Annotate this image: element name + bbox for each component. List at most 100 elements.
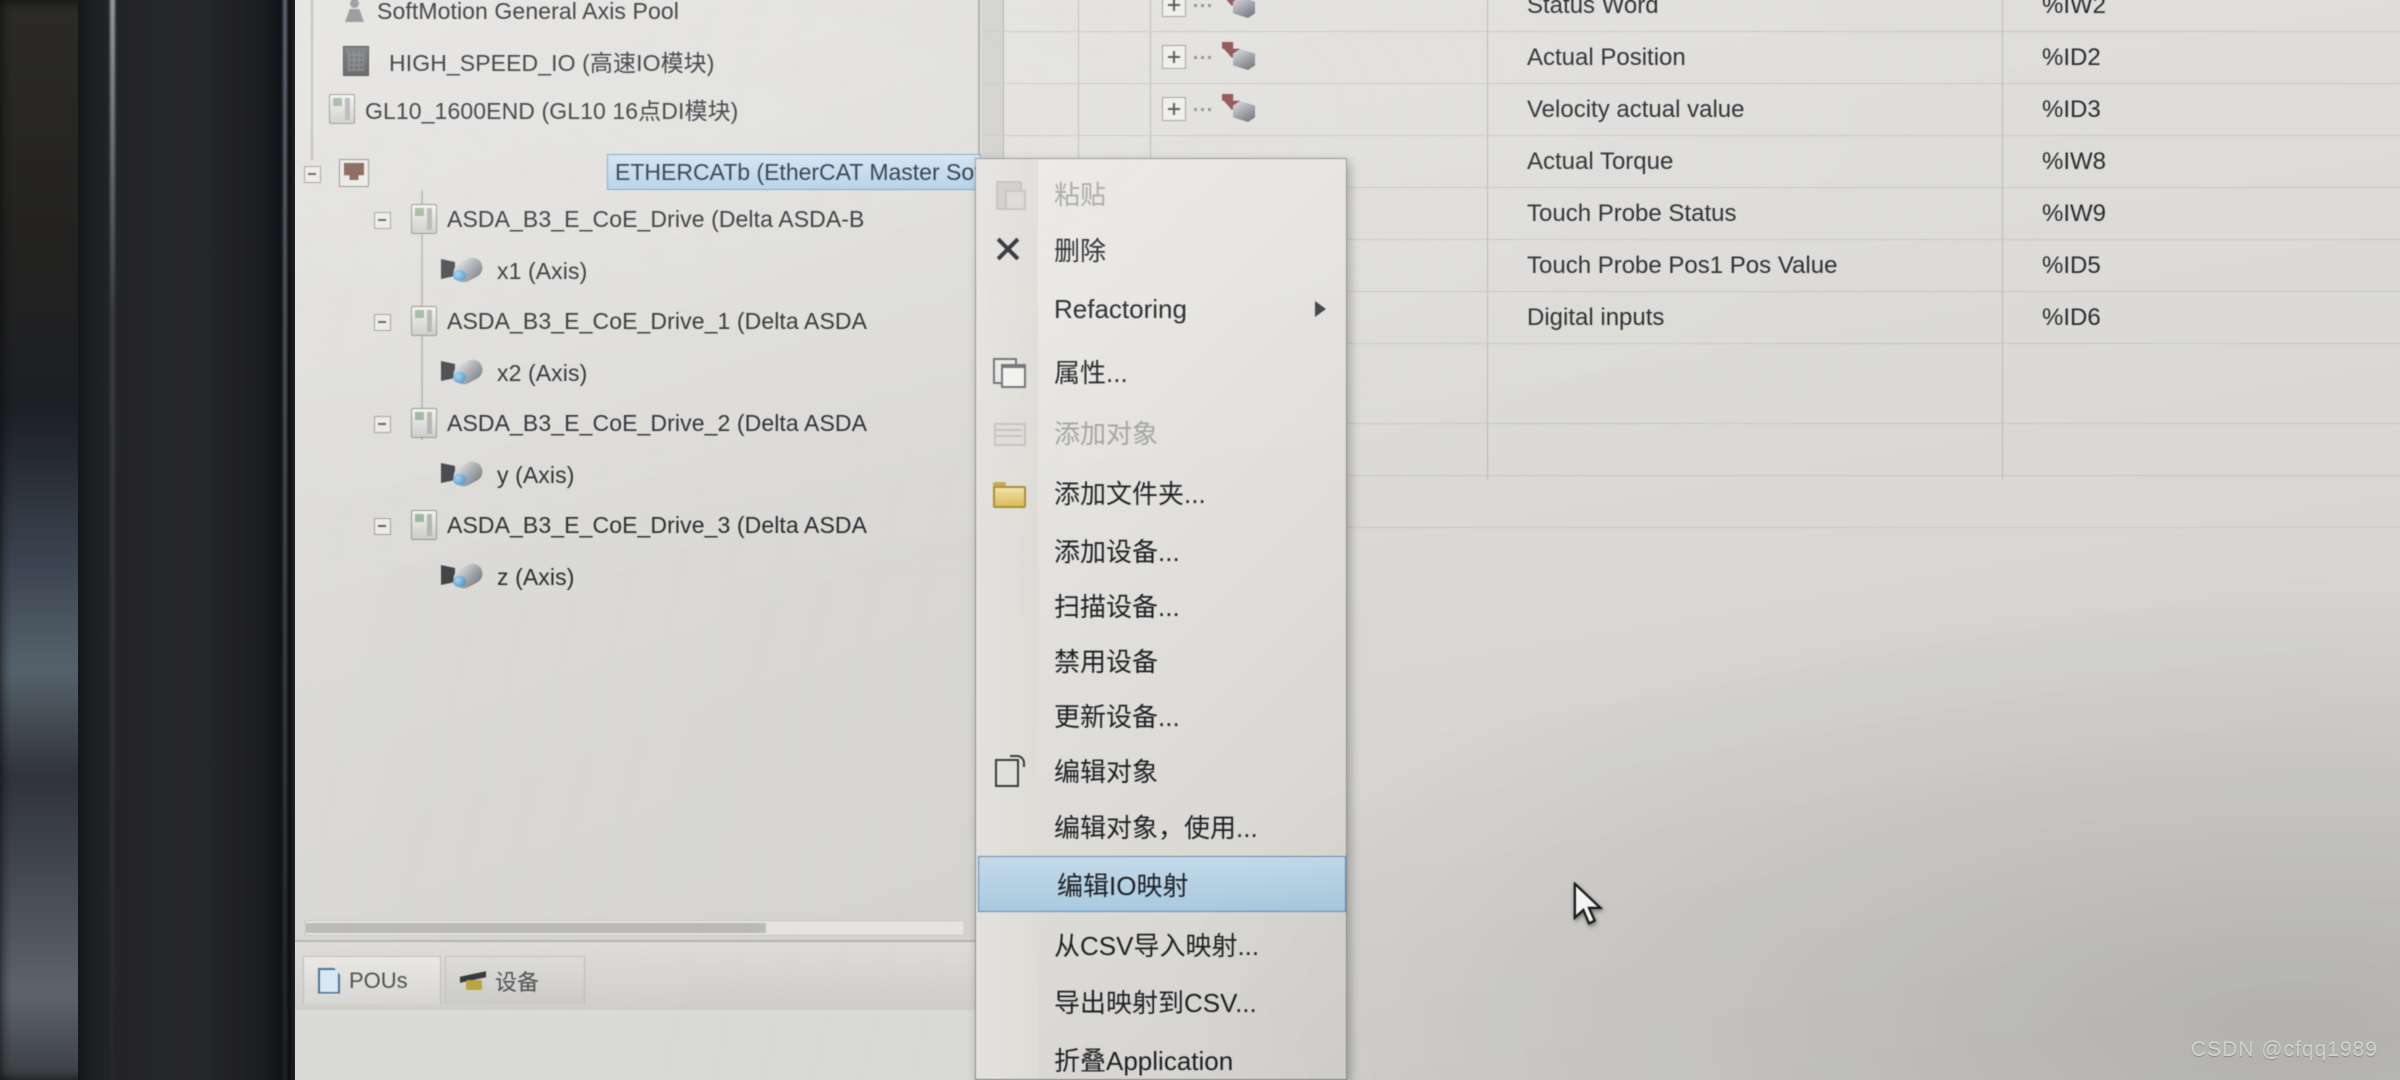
- collapse-expander-icon[interactable]: [371, 310, 393, 332]
- menu-item-properties[interactable]: 属性...: [976, 343, 1348, 399]
- edit-object-icon: [992, 755, 1025, 787]
- bezel-highlight-right: [283, 0, 287, 1080]
- table-cell-address: %ID5: [2042, 252, 2101, 279]
- scrollbar-thumb[interactable]: [306, 923, 766, 933]
- devices-icon: [460, 970, 486, 992]
- tree-item-label: y (Axis): [497, 461, 575, 488]
- tree-item-label: GL10_1600END (GL10 16点DI模块): [365, 98, 739, 124]
- menu-item-add-folder[interactable]: 添加文件夹...: [976, 464, 1348, 520]
- watermark: CSDN @cfqq1989: [2190, 1038, 2378, 1061]
- tab-pous[interactable]: POUs: [303, 956, 441, 1004]
- table-cell-name: Digital inputs: [1527, 304, 1665, 331]
- menu-item-delete[interactable]: 删除: [976, 221, 1348, 277]
- expand-row-icon[interactable]: [1162, 97, 1186, 121]
- collapse-expander-icon[interactable]: [371, 514, 393, 536]
- properties-icon: [992, 356, 1026, 388]
- menu-item-add-device[interactable]: 添加设备...: [976, 522, 1348, 578]
- collapse-expander-icon[interactable]: [371, 412, 393, 434]
- table-cell-address: %IW9: [2042, 200, 2107, 227]
- device-icon: [411, 408, 437, 438]
- table-row[interactable]: Actual Position %ID2: [982, 32, 2400, 84]
- context-menu[interactable]: 粘贴 删除 Refactoring 属性... 添加对象 添加文件夹... 添加…: [975, 158, 1347, 1080]
- table-row[interactable]: Velocity actual value %ID3: [982, 84, 2400, 136]
- tab-devices[interactable]: 设备: [445, 956, 585, 1004]
- menu-item-edit-object-with[interactable]: 编辑对象，使用...: [976, 798, 1348, 854]
- tree-item-drive-1[interactable]: ASDA_B3_E_CoE_Drive_1 (Delta ASDA: [371, 300, 867, 342]
- tree-dots-icon: [1194, 56, 1212, 59]
- tree-item-label: ASDA_B3_E_CoE_Drive_1 (Delta ASDA: [447, 307, 868, 334]
- menu-item-export-mapping-to-csv[interactable]: 导出映射到CSV...: [976, 973, 1348, 1029]
- expand-row-icon[interactable]: [1162, 45, 1186, 69]
- menu-item-label: 添加对象: [1054, 418, 1159, 449]
- io-channel-icon: [1222, 94, 1256, 124]
- collapse-expander-icon[interactable]: [301, 162, 323, 184]
- menu-item-label: 编辑对象: [1054, 756, 1159, 787]
- menu-item-label: 属性...: [1054, 357, 1128, 388]
- menu-item-refactoring[interactable]: Refactoring: [976, 281, 1348, 337]
- device-icon: [411, 204, 437, 234]
- tree-item-drive-3[interactable]: ASDA_B3_E_CoE_Drive_3 (Delta ASDA: [371, 504, 867, 546]
- menu-item-disable-device[interactable]: 禁用设备: [976, 632, 1348, 688]
- table-cell-name: Actual Position: [1527, 44, 1686, 71]
- paste-icon: [992, 178, 1026, 210]
- tree-item-softmotion-axis-pool[interactable]: SoftMotion General Axis Pool: [343, 0, 679, 32]
- tree-item-axis-z[interactable]: z (Axis): [441, 556, 574, 598]
- table-cell-address: %IW8: [2042, 148, 2107, 175]
- device-icon: [411, 306, 437, 336]
- menu-item-collapse-application[interactable]: 折叠Application: [976, 1031, 1348, 1080]
- table-cell-address: %ID2: [2042, 44, 2101, 71]
- tree-item-label: HIGH_SPEED_IO (高速IO模块): [389, 50, 715, 76]
- tree-item-high-speed-io[interactable]: HIGH_SPEED_IO (高速IO模块): [343, 40, 715, 82]
- table-cell-name: Touch Probe Status: [1527, 200, 1737, 227]
- axis-shaft-glyph: [453, 576, 466, 587]
- tree-item-axis-x2[interactable]: x2 (Axis): [441, 352, 587, 394]
- menu-item-label: Refactoring: [1054, 293, 1187, 324]
- tree-item-axis-y[interactable]: y (Axis): [441, 454, 574, 496]
- table-row[interactable]: Status Word %IW2: [982, 0, 2400, 32]
- menu-item-import-mapping-from-csv[interactable]: 从CSV导入映射...: [976, 916, 1348, 972]
- tree-item-label: z (Axis): [497, 563, 575, 590]
- tab-label: 设备: [495, 969, 540, 995]
- table-cell-address: %IW2: [2042, 0, 2107, 19]
- device-tree-pane: SoftMotion General Axis Pool HIGH_SPEED_…: [295, 0, 1064, 1010]
- expand-row-icon[interactable]: [1162, 0, 1186, 17]
- bezel-highlight-left: [110, 0, 115, 1080]
- tree-item-gl10-1600end[interactable]: GL10_1600END (GL10 16点DI模块): [329, 88, 738, 130]
- tab-label: POUs: [349, 967, 408, 993]
- menu-item-edit-io-mapping[interactable]: 编辑IO映射: [978, 856, 1346, 912]
- mouse-cursor: [1573, 882, 1604, 925]
- delete-icon: [992, 234, 1024, 264]
- menu-item-label: 添加文件夹...: [1054, 478, 1206, 509]
- table-cell-name: Velocity actual value: [1527, 96, 1745, 123]
- menu-item-label: 折叠Application: [1054, 1045, 1234, 1076]
- collapse-expander-icon[interactable]: [371, 208, 393, 230]
- tree-horizontal-scrollbar[interactable]: [305, 920, 965, 936]
- menu-item-label: 更新设备...: [1054, 701, 1180, 732]
- tree-item-label: SoftMotion General Axis Pool: [377, 0, 679, 24]
- table-cell-address: %ID6: [2042, 304, 2101, 331]
- menu-item-scan-device[interactable]: 扫描设备...: [976, 577, 1348, 633]
- screen-content: SoftMotion General Axis Pool HIGH_SPEED_…: [295, 0, 2400, 1080]
- table-cell-name: Status Word: [1527, 0, 1659, 19]
- module-icon: [343, 46, 369, 76]
- axis-pool-icon: [343, 0, 367, 24]
- monitor-photo: SoftMotion General Axis Pool HIGH_SPEED_…: [0, 0, 2400, 1080]
- tree-item-drive-0[interactable]: ASDA_B3_E_CoE_Drive (Delta ASDA-B: [371, 198, 864, 240]
- ethercat-master-icon: [339, 159, 369, 187]
- tree-item-drive-2[interactable]: ASDA_B3_E_CoE_Drive_2 (Delta ASDA: [371, 402, 867, 444]
- menu-item-update-device[interactable]: 更新设备...: [976, 687, 1348, 743]
- add-object-icon: [992, 417, 1026, 447]
- menu-item-paste[interactable]: 粘贴: [976, 165, 1348, 221]
- menu-item-edit-object[interactable]: 编辑对象: [976, 742, 1348, 798]
- menu-item-label: 编辑IO映射: [1057, 870, 1189, 901]
- menu-item-label: 删除: [1054, 235, 1107, 266]
- tree-item-ethercatb-expander-row[interactable]: [301, 152, 379, 194]
- tree-item-axis-x1[interactable]: x1 (Axis): [441, 250, 587, 292]
- tree-dots-icon: [1194, 108, 1212, 111]
- tree-dots-icon: [1194, 4, 1212, 7]
- axis-icon: [441, 458, 487, 490]
- tree-line: [311, 0, 313, 160]
- menu-item-add-object[interactable]: 添加对象: [976, 404, 1348, 460]
- axis-icon: [441, 560, 487, 592]
- chevron-right-icon: [1315, 301, 1326, 317]
